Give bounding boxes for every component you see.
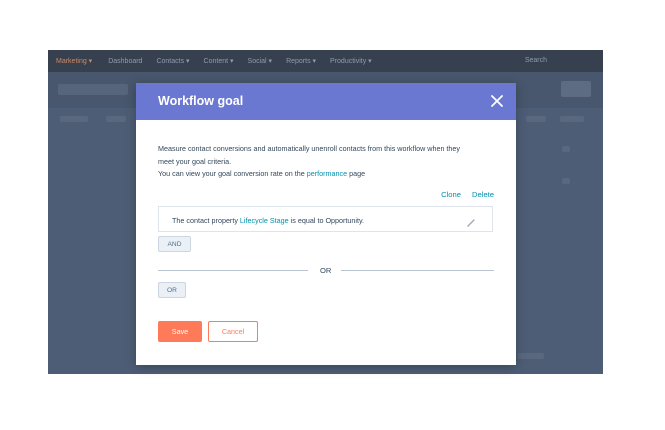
or-divider-line — [158, 270, 308, 271]
nav-productivity[interactable]: Productivity ▾ — [330, 57, 372, 65]
or-divider-label: OR — [320, 266, 332, 275]
nav-content[interactable]: Content ▾ — [204, 57, 234, 65]
goal-actions: Clone Delete — [432, 190, 494, 199]
nav-social[interactable]: Social ▾ — [248, 57, 273, 65]
close-icon[interactable] — [490, 93, 504, 109]
rule-value: Opportunity. — [325, 216, 365, 225]
nav-reports[interactable]: Reports ▾ — [286, 57, 316, 65]
description-line: You can view your goal conversion rate o… — [158, 168, 498, 181]
background-row — [60, 116, 88, 122]
or-button[interactable]: OR — [158, 282, 186, 298]
description-line: Measure contact conversions and automati… — [158, 144, 461, 153]
delete-link[interactable]: Delete — [472, 190, 494, 199]
goal-criteria-rule[interactable]: The contact property Lifecycle Stage is … — [158, 206, 493, 232]
toolbar-button-placeholder — [561, 81, 591, 97]
nav-dashboard[interactable]: Dashboard — [108, 58, 142, 65]
workflow-goal-dialog: Workflow goal Measure contact conversion… — [136, 83, 516, 365]
dialog-title: Workflow goal — [158, 94, 244, 108]
background-row — [560, 116, 584, 122]
rule-prefix: The contact property — [172, 216, 238, 225]
cancel-button[interactable]: Cancel — [208, 321, 258, 342]
background-row — [518, 353, 544, 359]
rule-property: Lifecycle Stage — [239, 216, 289, 225]
dialog-header: Workflow goal — [136, 83, 516, 120]
background-row — [106, 116, 126, 122]
nav-contacts[interactable]: Contacts ▾ — [156, 57, 189, 65]
rule-operator: is equal to — [290, 216, 324, 225]
top-navigation: Marketing ▾ Dashboard Contacts ▾ Content… — [48, 50, 603, 72]
and-button[interactable]: AND — [158, 236, 191, 252]
dialog-description: Measure contact conversions and automati… — [158, 143, 498, 181]
description-line: meet your goal criteria. — [158, 156, 232, 166]
nav-search[interactable]: Search — [525, 57, 547, 64]
description-text: You can view your goal conversion rate o… — [158, 169, 305, 178]
or-divider-line — [341, 270, 494, 271]
pencil-icon[interactable] — [466, 215, 476, 227]
background-row — [562, 146, 570, 152]
performance-link[interactable]: performance — [307, 169, 347, 178]
background-row — [526, 116, 546, 122]
description-text: page — [349, 169, 366, 178]
background-row — [562, 178, 570, 184]
rule-text: The contact property Lifecycle Stage is … — [172, 216, 364, 225]
save-button[interactable]: Save — [158, 321, 202, 342]
clone-link[interactable]: Clone — [441, 190, 461, 199]
toolbar-placeholder — [58, 84, 128, 95]
nav-marketing[interactable]: Marketing ▾ — [56, 57, 92, 65]
